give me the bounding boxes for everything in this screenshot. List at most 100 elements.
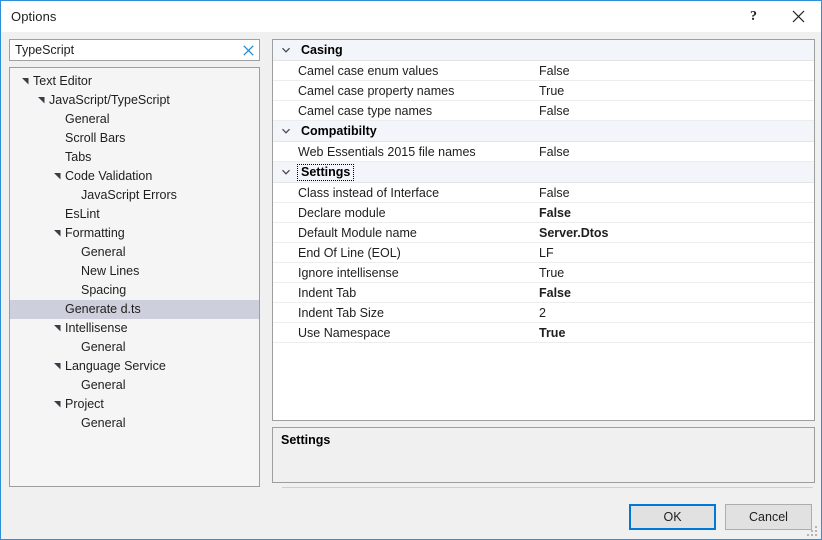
tree-item-new-lines[interactable]: New Lines — [10, 262, 259, 281]
property-category-casing[interactable]: Casing — [273, 40, 814, 61]
tree-item-label: Intellisense — [65, 321, 128, 335]
property-category-label: Compatibilty — [301, 123, 377, 138]
property-name: End Of Line (EOL) — [298, 245, 401, 260]
chevron-down-icon[interactable] — [273, 126, 298, 136]
cancel-button[interactable]: Cancel — [725, 504, 812, 530]
property-name: Camel case type names — [298, 103, 433, 118]
tree-item-label: Language Service — [65, 359, 166, 373]
property-name: Class instead of Interface — [298, 185, 440, 200]
property-value[interactable]: LF — [533, 246, 814, 260]
property-category-label: Settings — [296, 163, 355, 181]
tree-expander-collapse-icon[interactable] — [50, 362, 64, 371]
property-row[interactable]: Declare module False — [273, 203, 814, 223]
tree-item-label: New Lines — [81, 264, 140, 278]
property-row[interactable]: End Of Line (EOL) LF — [273, 243, 814, 263]
chevron-down-icon[interactable] — [273, 167, 298, 177]
property-grid[interactable]: Casing Camel case enum values False Camel c… — [272, 39, 815, 421]
search-input[interactable] — [10, 41, 259, 59]
tree-item-label: General — [81, 340, 126, 354]
search-box[interactable] — [9, 39, 260, 61]
tree-item-javascript-typescript[interactable]: JavaScript/TypeScript — [10, 91, 259, 110]
tree-item-label: Code Validation — [65, 169, 153, 183]
chevron-down-icon[interactable] — [273, 45, 298, 55]
tree-item-eslint[interactable]: EsLint — [10, 205, 259, 224]
tree-item-javascript-errors[interactable]: JavaScript Errors — [10, 186, 259, 205]
tree-item-general[interactable]: General — [10, 338, 259, 357]
tree-item-tabs[interactable]: Tabs — [10, 148, 259, 167]
tree-item-label: Formatting — [65, 226, 125, 240]
question-mark-icon: ? — [750, 8, 757, 24]
property-row[interactable]: Ignore intellisense True — [273, 263, 814, 283]
property-value[interactable]: False — [533, 104, 814, 118]
tree-item-label: Tabs — [65, 150, 92, 164]
property-category-settings[interactable]: Settings — [273, 162, 814, 183]
property-value[interactable]: True — [533, 326, 814, 340]
tree-item-code-validation[interactable]: Code Validation — [10, 167, 259, 186]
tree-item-label: Scroll Bars — [65, 131, 126, 145]
property-value[interactable]: False — [533, 206, 814, 220]
property-category-label: Casing — [301, 42, 343, 57]
property-category-compatibilty[interactable]: Compatibilty — [273, 121, 814, 142]
property-row[interactable]: Class instead of Interface False — [273, 183, 814, 203]
clear-x-icon[interactable] — [241, 43, 255, 57]
property-name: Camel case enum values — [298, 63, 439, 78]
tree-item-label: Generate d.ts — [65, 302, 141, 316]
tree-item-label: General — [81, 245, 126, 259]
left-pane: Text Editor JavaScript/TypeScript General S… — [9, 39, 260, 487]
options-tree[interactable]: Text Editor JavaScript/TypeScript General S… — [9, 67, 260, 487]
property-row[interactable]: Camel case enum values False — [273, 61, 814, 81]
caption-buttons: ? — [731, 1, 821, 32]
description-title: Settings — [281, 433, 331, 447]
right-pane: Casing Camel case enum values False Camel c… — [272, 39, 815, 487]
grip-dot — [815, 526, 817, 528]
property-value[interactable]: 2 — [533, 306, 814, 320]
tree-item-label: General — [81, 416, 126, 430]
ok-button[interactable]: OK — [629, 504, 716, 530]
tree-expander-collapse-icon[interactable] — [34, 96, 48, 105]
property-value[interactable]: False — [533, 186, 814, 200]
tree-item-project[interactable]: Project — [10, 395, 259, 414]
tree-item-formatting[interactable]: Formatting — [10, 224, 259, 243]
property-value[interactable]: False — [533, 286, 814, 300]
tree-item-label: Text Editor — [33, 74, 93, 88]
property-value[interactable]: Server.Dtos — [533, 226, 814, 240]
property-row[interactable]: Camel case type names False — [273, 101, 814, 121]
tree-expander-collapse-icon[interactable] — [18, 77, 32, 86]
property-row[interactable]: Use Namespace True — [273, 323, 814, 343]
property-row[interactable]: Camel case property names True — [273, 81, 814, 101]
property-value[interactable]: False — [533, 145, 814, 159]
tree-item-general[interactable]: General — [10, 243, 259, 262]
property-value[interactable]: False — [533, 64, 814, 78]
tree-item-general[interactable]: General — [10, 110, 259, 129]
property-row[interactable]: Indent Tab False — [273, 283, 814, 303]
tree-item-scroll-bars[interactable]: Scroll Bars — [10, 129, 259, 148]
tree-item-text-editor[interactable]: Text Editor — [10, 72, 259, 91]
tree-item-general[interactable]: General — [10, 376, 259, 395]
tree-expander-collapse-icon[interactable] — [50, 400, 64, 409]
help-button[interactable]: ? — [731, 1, 776, 32]
tree-item-intellisense[interactable]: Intellisense — [10, 319, 259, 338]
description-pane: Settings — [272, 427, 815, 483]
property-value[interactable]: True — [533, 84, 814, 98]
property-name: Ignore intellisense — [298, 265, 399, 280]
tree-expander-collapse-icon[interactable] — [50, 229, 64, 238]
tree-item-general[interactable]: General — [10, 414, 259, 433]
property-name: Declare module — [298, 205, 386, 220]
property-name: Indent Tab Size — [298, 305, 384, 320]
property-name: Indent Tab — [298, 285, 357, 300]
tree-item-language-service[interactable]: Language Service — [10, 357, 259, 376]
property-row[interactable]: Web Essentials 2015 file names False — [273, 142, 814, 162]
grip-dot — [811, 534, 813, 536]
grip-dot — [815, 534, 817, 536]
tree-expander-collapse-icon[interactable] — [50, 324, 64, 333]
tree-expander-collapse-icon[interactable] — [50, 172, 64, 181]
close-button[interactable] — [776, 1, 821, 32]
resize-grip[interactable] — [807, 526, 819, 538]
tree-item-label: JavaScript/TypeScript — [49, 93, 170, 107]
tree-item-generate-d-ts[interactable]: Generate d.ts — [10, 300, 259, 319]
property-row[interactable]: Default Module name Server.Dtos — [273, 223, 814, 243]
property-row[interactable]: Indent Tab Size 2 — [273, 303, 814, 323]
dialog-body: Text Editor JavaScript/TypeScript General S… — [1, 32, 821, 539]
tree-item-spacing[interactable]: Spacing — [10, 281, 259, 300]
property-value[interactable]: True — [533, 266, 814, 280]
